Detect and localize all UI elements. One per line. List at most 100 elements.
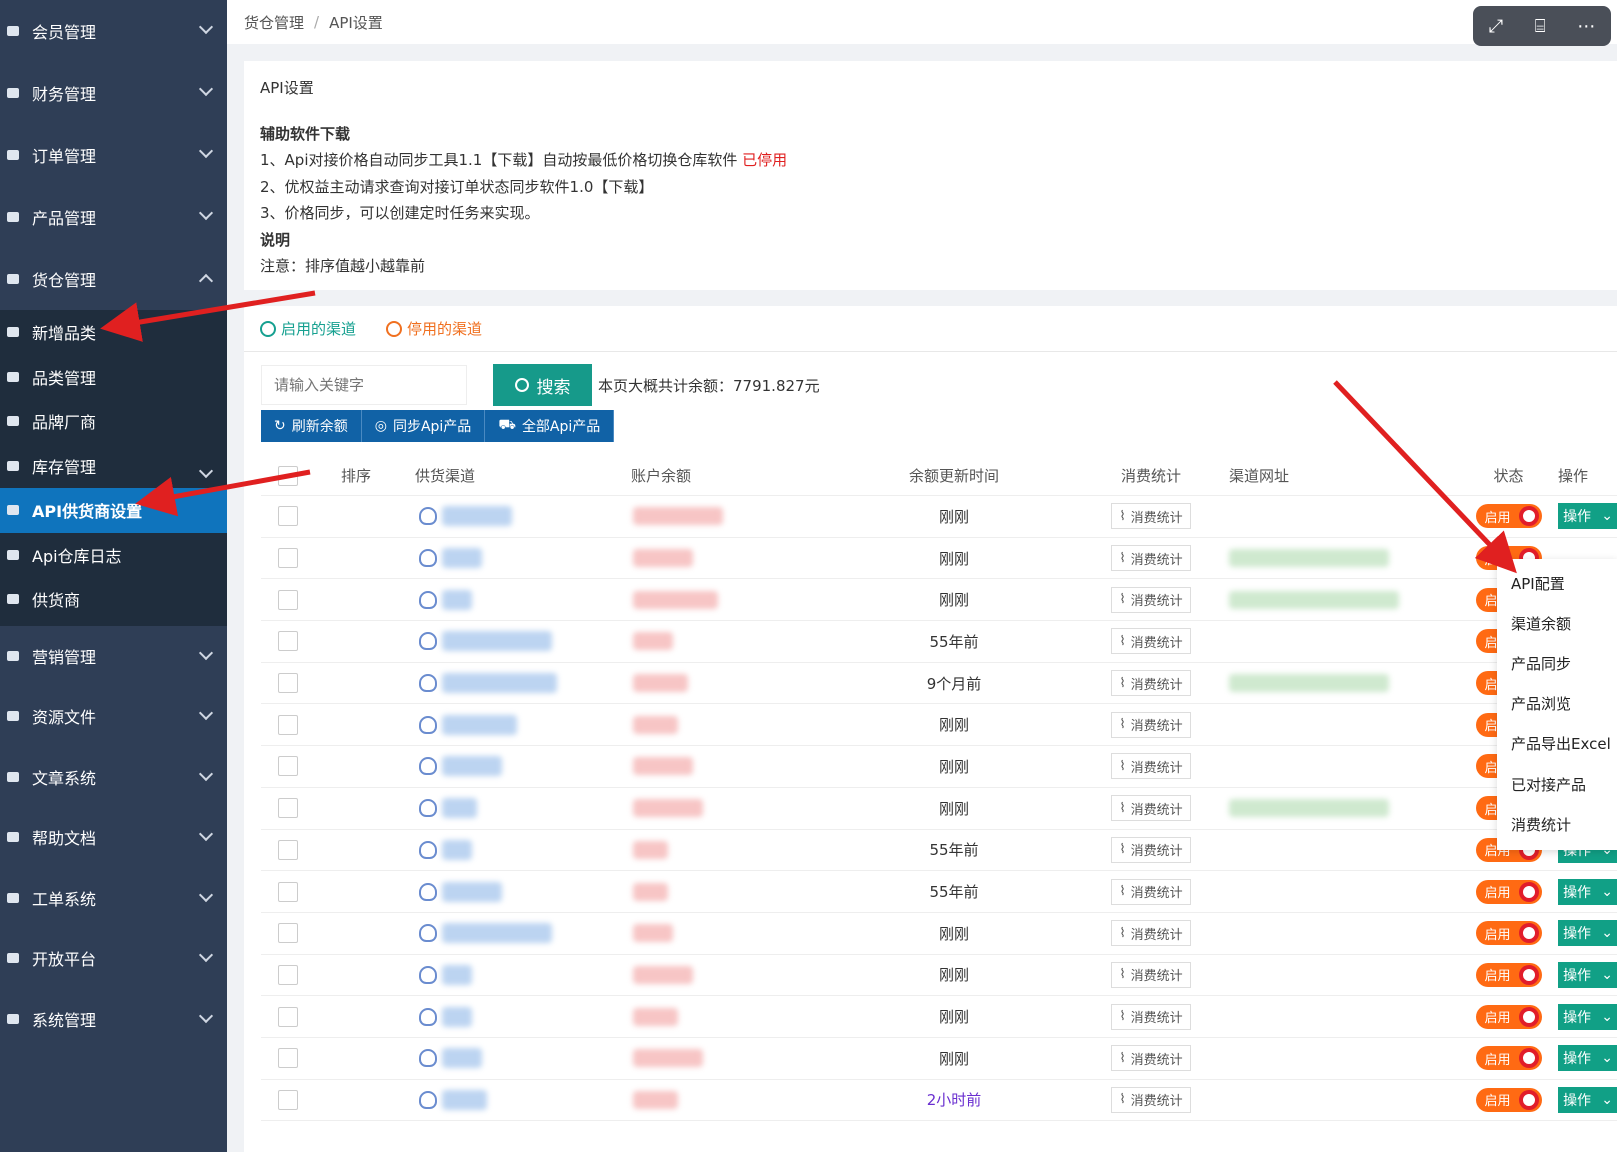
download-line-1[interactable]: 1、Api对接价格自动同步工具1.1【下载】自动按最低价格切换仓库软件 <box>260 151 737 169</box>
channel-name-redacted[interactable] <box>442 589 472 610</box>
row-checkbox[interactable] <box>278 1089 298 1110</box>
row-checkbox[interactable] <box>278 756 298 777</box>
header-order[interactable]: 排序 <box>341 465 415 486</box>
channel-url-redacted[interactable] <box>1229 674 1389 693</box>
consumption-stat-button[interactable]: ⌇ 消费统计 <box>1111 503 1191 530</box>
dropdown-item[interactable]: 产品导出Excel <box>1497 724 1617 764</box>
status-toggle[interactable]: 启用 <box>1475 1046 1542 1071</box>
refresh-balance-button[interactable]: ↻ 刷新余额 <box>261 410 362 442</box>
row-checkbox[interactable] <box>278 673 298 694</box>
consumption-stat-button[interactable]: ⌇ 消费统计 <box>1111 1045 1191 1072</box>
row-checkbox[interactable] <box>278 631 298 652</box>
status-toggle[interactable]: 启用 <box>1475 921 1542 946</box>
sidebar-item[interactable]: 供货商 <box>0 577 227 622</box>
dropdown-item[interactable]: 已对接产品 <box>1497 764 1617 804</box>
search-button[interactable]: 搜索 <box>493 364 592 406</box>
operation-button[interactable]: 操作 ⌄ <box>1558 503 1617 530</box>
channel-name-redacted[interactable] <box>442 756 502 777</box>
consumption-stat-button[interactable]: ⌇ 消费统计 <box>1111 670 1191 697</box>
sidebar-item[interactable]: 营销管理 <box>0 626 227 687</box>
row-checkbox[interactable] <box>278 923 298 944</box>
channel-name-redacted[interactable] <box>442 1006 472 1027</box>
row-checkbox[interactable] <box>278 506 298 527</box>
channel-name-redacted[interactable] <box>442 506 512 527</box>
consumption-stat-button[interactable]: ⌇ 消费统计 <box>1111 836 1191 863</box>
row-checkbox[interactable] <box>278 839 298 860</box>
row-checkbox[interactable] <box>278 798 298 819</box>
channel-name-redacted[interactable] <box>442 1089 487 1110</box>
channel-name-redacted[interactable] <box>442 881 502 902</box>
operation-button[interactable]: 操作 ⌄ <box>1558 1003 1617 1030</box>
channel-name-redacted[interactable] <box>442 798 477 819</box>
status-toggle[interactable]: 启用 <box>1475 962 1542 987</box>
sidebar-item[interactable]: Api仓库日志 <box>0 533 227 578</box>
row-checkbox[interactable] <box>278 589 298 610</box>
operation-button[interactable]: 操作 ⌄ <box>1558 1045 1617 1072</box>
row-checkbox[interactable] <box>278 964 298 985</box>
row-checkbox[interactable] <box>278 548 298 569</box>
breadcrumb-parent[interactable]: 货仓管理 <box>244 12 304 33</box>
channel-name-redacted[interactable] <box>442 964 472 985</box>
sidebar-item[interactable]: 品牌厂商 <box>0 399 227 444</box>
channel-name-redacted[interactable] <box>442 839 472 860</box>
channel-name-redacted[interactable] <box>442 631 552 652</box>
operation-button[interactable]: 操作 ⌄ <box>1558 920 1617 947</box>
consumption-stat-button[interactable]: ⌇ 消费统计 <box>1111 920 1191 947</box>
more-icon[interactable]: ⋯ <box>1577 16 1595 37</box>
sidebar-item[interactable]: 资源文件 <box>0 686 227 747</box>
consumption-stat-button[interactable]: ⌇ 消费统计 <box>1111 1003 1191 1030</box>
row-checkbox[interactable] <box>278 714 298 735</box>
sync-api-products-button[interactable]: ◎ 同步Api产品 <box>361 410 486 442</box>
status-toggle[interactable]: 启用 <box>1475 1087 1542 1112</box>
row-checkbox[interactable] <box>278 1006 298 1027</box>
dropdown-item[interactable]: 消费统计 <box>1497 804 1617 844</box>
tab-disabled-channels[interactable]: 停用的渠道 <box>386 318 482 339</box>
consumption-stat-button[interactable]: ⌇ 消费统计 <box>1111 711 1191 738</box>
consumption-stat-button[interactable]: ⌇ 消费统计 <box>1111 795 1191 822</box>
dropdown-item[interactable]: 产品同步 <box>1497 643 1617 683</box>
sidebar-item[interactable]: 品类管理 <box>0 355 227 400</box>
operation-button[interactable]: 操作 ⌄ <box>1558 961 1617 988</box>
sidebar-item[interactable]: 工单系统 <box>0 868 227 929</box>
channel-url-redacted[interactable] <box>1229 549 1389 568</box>
download-line-2[interactable]: 2、优权益主动请求查询对接订单状态同步软件1.0【下载】 <box>260 174 1601 201</box>
consumption-stat-button[interactable]: ⌇ 消费统计 <box>1111 753 1191 780</box>
channel-name-redacted[interactable] <box>442 923 552 944</box>
capture-icon[interactable]: ⌸ <box>1535 16 1546 37</box>
sidebar-item[interactable]: 产品管理 <box>0 186 227 248</box>
dropdown-item[interactable]: 产品浏览 <box>1497 684 1617 724</box>
status-toggle[interactable]: 启用 <box>1475 879 1542 904</box>
sidebar-item[interactable]: 订单管理 <box>0 124 227 186</box>
sidebar-item[interactable]: 文章系统 <box>0 747 227 808</box>
sidebar-item[interactable]: 财务管理 <box>0 62 227 124</box>
search-input[interactable] <box>261 365 467 405</box>
tab-enabled-channels[interactable]: 启用的渠道 <box>260 318 356 339</box>
all-api-products-button[interactable]: ⛟ 全部Api产品 <box>485 410 615 442</box>
consumption-stat-button[interactable]: ⌇ 消费统计 <box>1111 961 1191 988</box>
channel-name-redacted[interactable] <box>442 1048 482 1069</box>
operation-button[interactable]: 操作 ⌄ <box>1558 1086 1617 1113</box>
dropdown-item[interactable]: API配置 <box>1497 563 1617 603</box>
row-checkbox[interactable] <box>278 881 298 902</box>
channel-name-redacted[interactable] <box>442 673 557 694</box>
sidebar-item[interactable]: 新增品类 <box>0 310 227 355</box>
row-checkbox[interactable] <box>278 1048 298 1069</box>
channel-url-redacted[interactable] <box>1229 799 1389 818</box>
select-all-checkbox[interactable] <box>278 465 298 486</box>
sidebar-item[interactable]: API供货商设置 <box>0 488 227 533</box>
consumption-stat-button[interactable]: ⌇ 消费统计 <box>1111 878 1191 905</box>
sidebar-item[interactable]: 货仓管理 <box>0 248 227 310</box>
consumption-stat-button[interactable]: ⌇ 消费统计 <box>1111 628 1191 655</box>
consumption-stat-button[interactable]: ⌇ 消费统计 <box>1111 545 1191 572</box>
consumption-stat-button[interactable]: ⌇ 消费统计 <box>1111 586 1191 613</box>
sidebar-item[interactable]: 系统管理 <box>0 989 227 1050</box>
status-toggle[interactable]: 启用 <box>1475 504 1542 529</box>
sidebar-item[interactable]: 开放平台 <box>0 928 227 989</box>
channel-name-redacted[interactable] <box>442 548 482 569</box>
channel-name-redacted[interactable] <box>442 714 517 735</box>
status-toggle[interactable]: 启用 <box>1475 1004 1542 1029</box>
sidebar-item[interactable]: 帮助文档 <box>0 807 227 868</box>
sidebar-item[interactable]: 库存管理 <box>0 444 227 489</box>
sidebar-item[interactable]: 会员管理 <box>0 0 227 62</box>
dropdown-item[interactable]: 渠道余额 <box>1497 603 1617 643</box>
